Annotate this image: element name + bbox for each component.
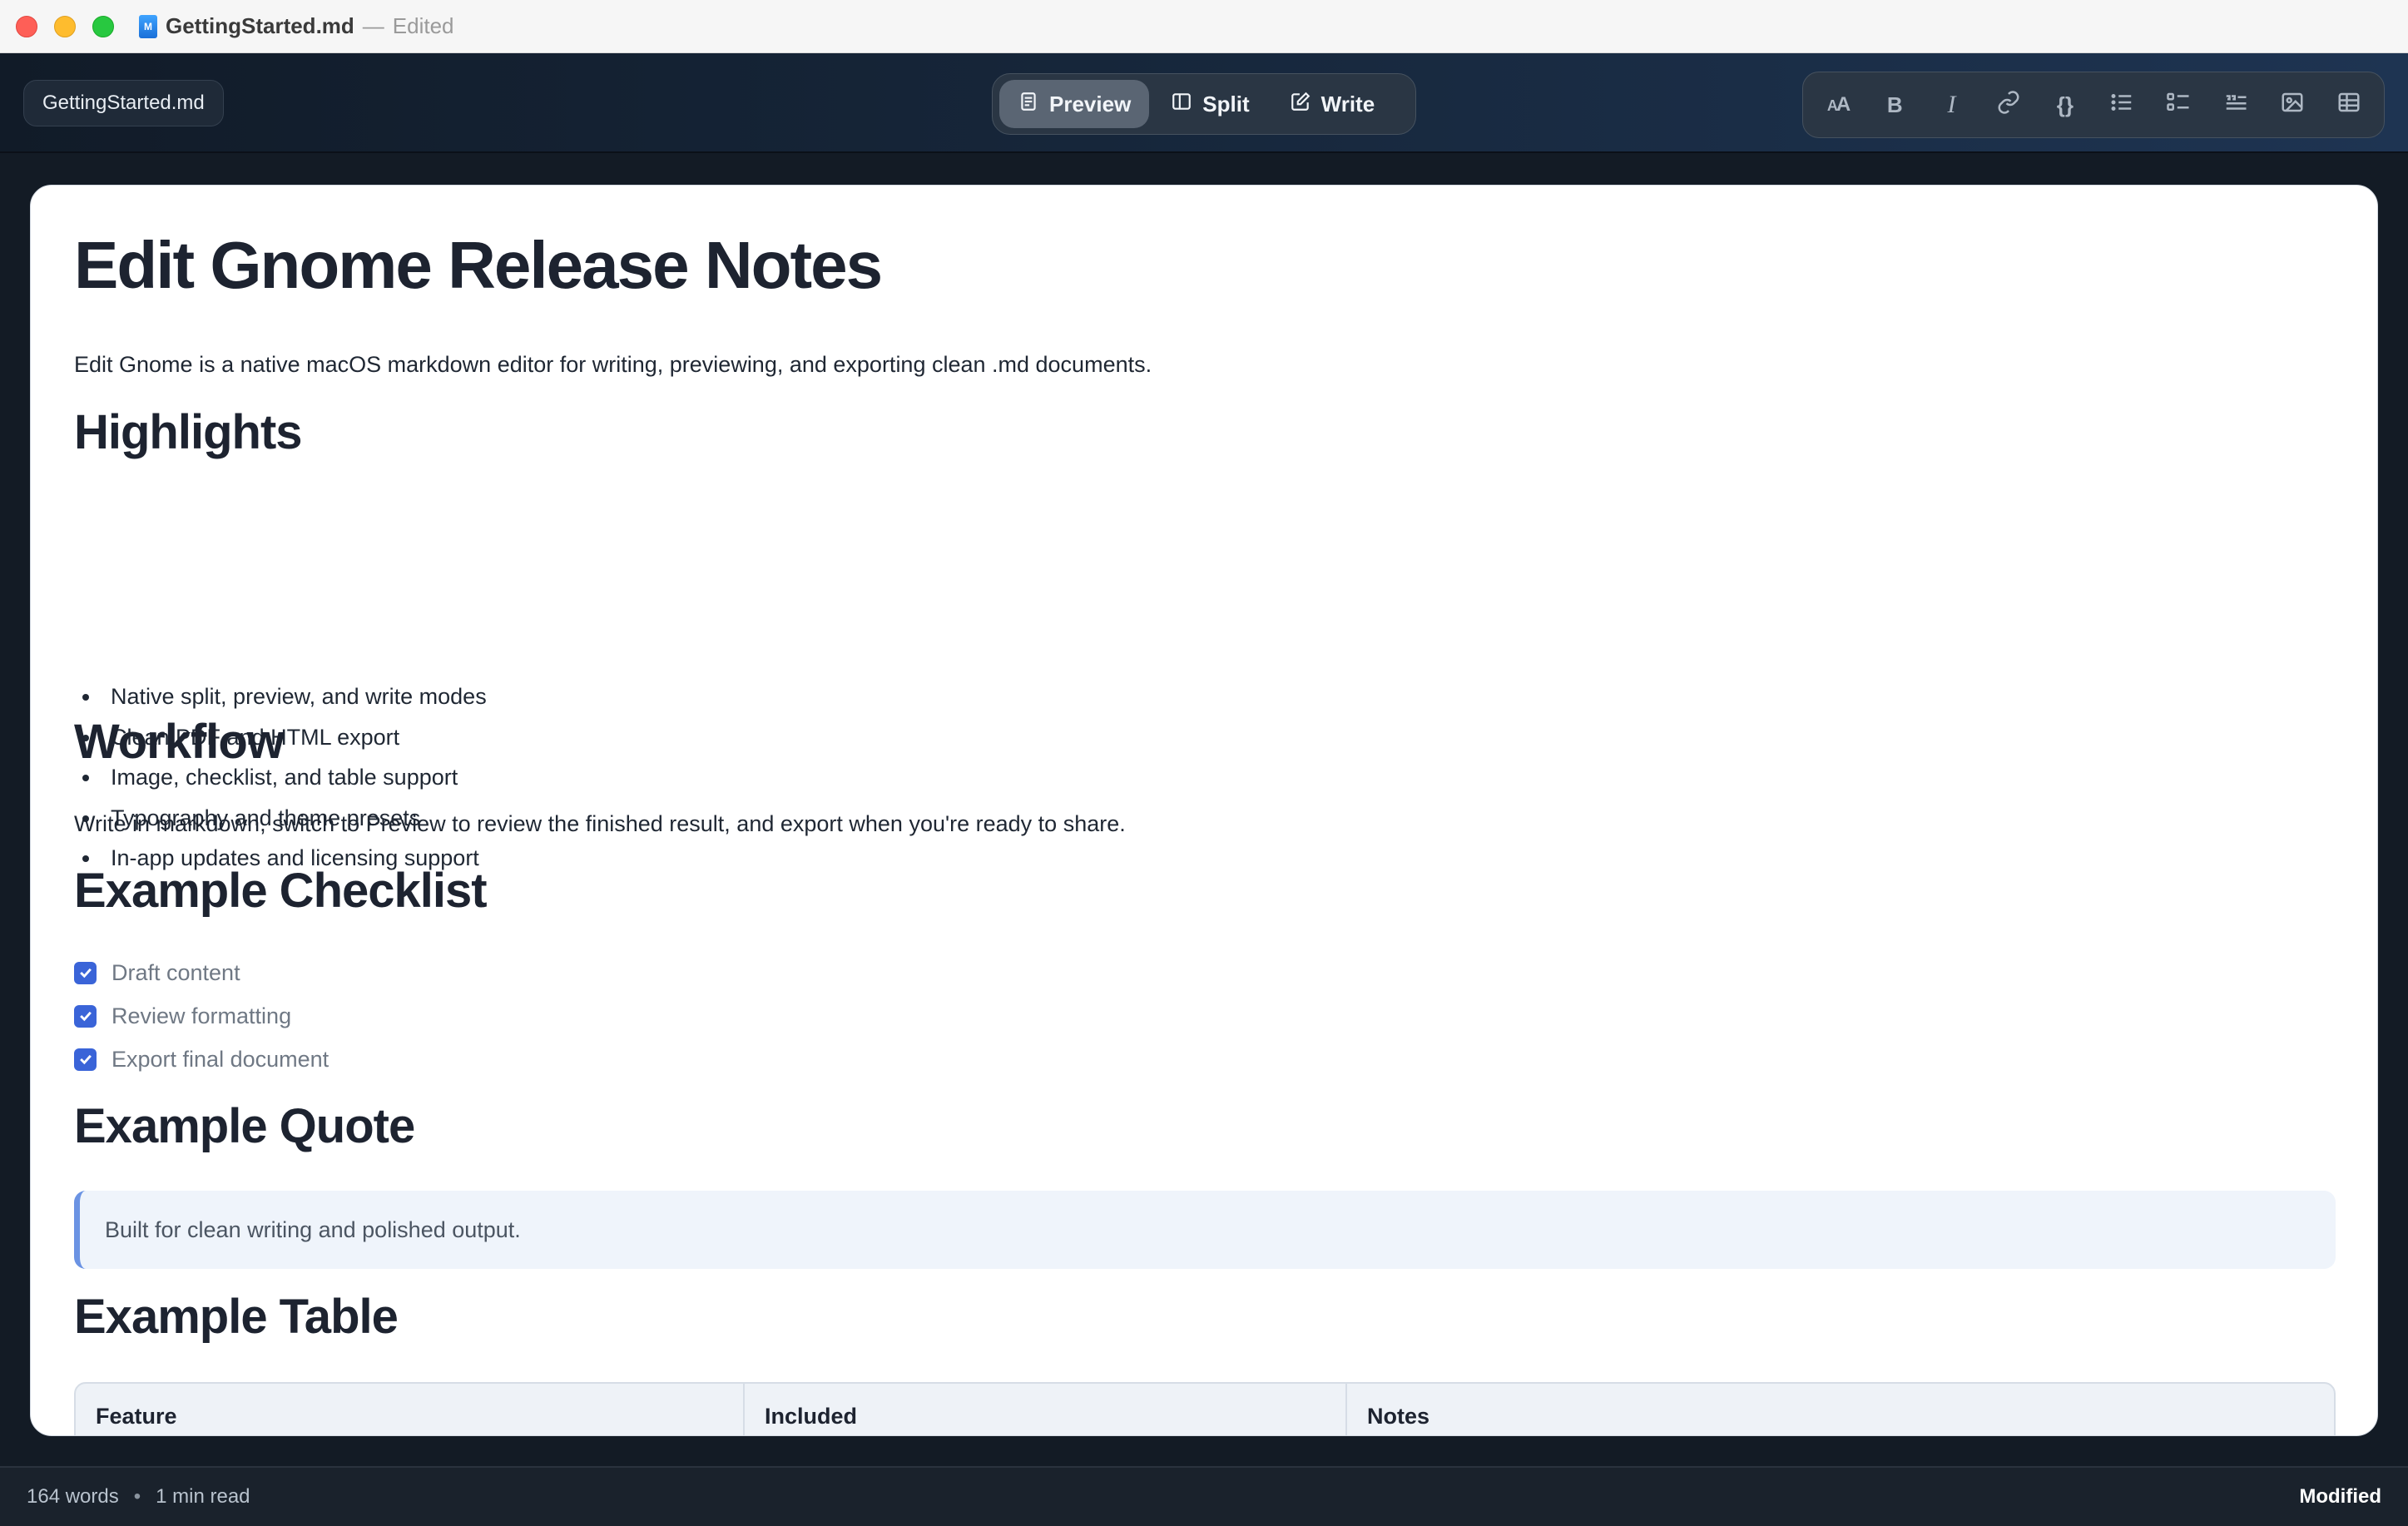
intro-paragraph: Edit Gnome is a native macOS markdown ed… xyxy=(74,352,1152,377)
edited-indicator: Edited xyxy=(392,13,454,38)
highlights-list: Native split, preview, and write modes C… xyxy=(74,676,487,879)
split-mode-label: Split xyxy=(1202,91,1250,116)
markdown-document-icon: M xyxy=(139,14,157,38)
file-name-chip[interactable]: GettingStarted.md xyxy=(23,80,224,126)
checklist-item: Review formatting xyxy=(74,994,329,1038)
close-window-button[interactable] xyxy=(16,15,37,37)
italic-button[interactable]: I xyxy=(1928,82,1974,128)
table-icon xyxy=(2336,90,2361,121)
document-state: Modified xyxy=(2299,1485,2381,1508)
bold-button[interactable]: B xyxy=(1871,82,1918,128)
blockquote: Built for clean writing and polished out… xyxy=(74,1191,2336,1269)
list-item: Native split, preview, and write modes xyxy=(74,676,487,717)
status-bar: 164 words • 1 min read Modified xyxy=(0,1466,2408,1526)
code-braces-icon: {} xyxy=(2056,92,2074,117)
checklist-item-label: Review formatting xyxy=(111,1003,292,1028)
read-time: 1 min read xyxy=(156,1485,250,1508)
checkmark-icon xyxy=(79,1054,92,1065)
image-button[interactable] xyxy=(2269,82,2316,128)
checklist-item-label: Export final document xyxy=(111,1046,329,1072)
highlights-heading: Highlights xyxy=(74,405,303,459)
workflow-paragraph: Write in markdown, switch to Preview to … xyxy=(74,811,1126,836)
table-header-notes: Notes xyxy=(1367,1404,1430,1429)
checklist-button[interactable] xyxy=(2155,82,2202,128)
word-count: 164 words xyxy=(27,1485,119,1508)
write-mode-button[interactable]: Write xyxy=(1271,80,1394,128)
status-separator: • xyxy=(133,1485,141,1508)
image-icon xyxy=(2280,90,2305,121)
window-title: GettingStarted.md xyxy=(166,13,354,38)
table-header-included: Included xyxy=(745,1384,1347,1435)
table-header-feature: Feature xyxy=(76,1384,745,1435)
window-controls xyxy=(16,15,114,37)
formatting-toolbar: AA B I {} xyxy=(1802,72,2385,138)
checkmark-icon xyxy=(79,1011,92,1022)
document-icon xyxy=(1018,91,1039,118)
italic-icon: I xyxy=(1947,91,1956,118)
bullet-list-button[interactable] xyxy=(2098,82,2145,128)
link-button[interactable] xyxy=(1985,82,2032,128)
preview-mode-label: Preview xyxy=(1049,91,1132,116)
checklist-item: Export final document xyxy=(74,1038,329,1081)
editor-toolbar: GettingStarted.md Preview Split Write AA… xyxy=(0,53,2408,153)
checklist-icon xyxy=(2166,90,2191,121)
view-mode-switcher: Preview Split Write xyxy=(992,73,1416,135)
example-checklist: Draft content Review formatting Export f… xyxy=(74,951,329,1081)
workflow-heading: Workflow xyxy=(74,715,285,769)
checkbox-checked[interactable] xyxy=(74,961,97,984)
quote-button[interactable] xyxy=(2212,82,2259,128)
quote-icon xyxy=(2223,90,2248,121)
checkbox-checked[interactable] xyxy=(74,1048,97,1071)
minimize-window-button[interactable] xyxy=(54,15,76,37)
write-mode-label: Write xyxy=(1320,91,1375,116)
document-title: Edit Gnome Release Notes xyxy=(74,228,883,302)
bold-icon: B xyxy=(1886,92,1903,117)
table-heading: Example Table xyxy=(74,1290,399,1344)
split-mode-button[interactable]: Split xyxy=(1152,80,1267,128)
text-size-icon: AA xyxy=(1826,93,1851,116)
link-icon xyxy=(1996,90,2021,121)
example-table: Feature Included Notes xyxy=(74,1382,2336,1435)
maximize-window-button[interactable] xyxy=(92,15,114,37)
title-separator: — xyxy=(362,13,384,38)
text-size-button[interactable]: AA xyxy=(1815,82,1861,128)
split-view-icon xyxy=(1171,91,1192,118)
checkmark-icon xyxy=(79,968,92,979)
checklist-item-label: Draft content xyxy=(111,959,240,985)
table-button[interactable] xyxy=(2326,82,2372,128)
code-button[interactable]: {} xyxy=(2042,82,2088,128)
edit-icon xyxy=(1290,91,1311,118)
quote-heading: Example Quote xyxy=(74,1099,415,1153)
checklist-heading: Example Checklist xyxy=(74,864,488,918)
bullet-list-icon xyxy=(2109,90,2134,121)
checkbox-checked[interactable] xyxy=(74,1004,97,1028)
checklist-item: Draft content xyxy=(74,951,329,994)
window-titlebar: M GettingStarted.md — Edited xyxy=(0,0,2408,53)
preview-pane[interactable]: Edit Gnome Release Notes Edit Gnome is a… xyxy=(30,185,2378,1436)
preview-mode-button[interactable]: Preview xyxy=(999,80,1150,128)
